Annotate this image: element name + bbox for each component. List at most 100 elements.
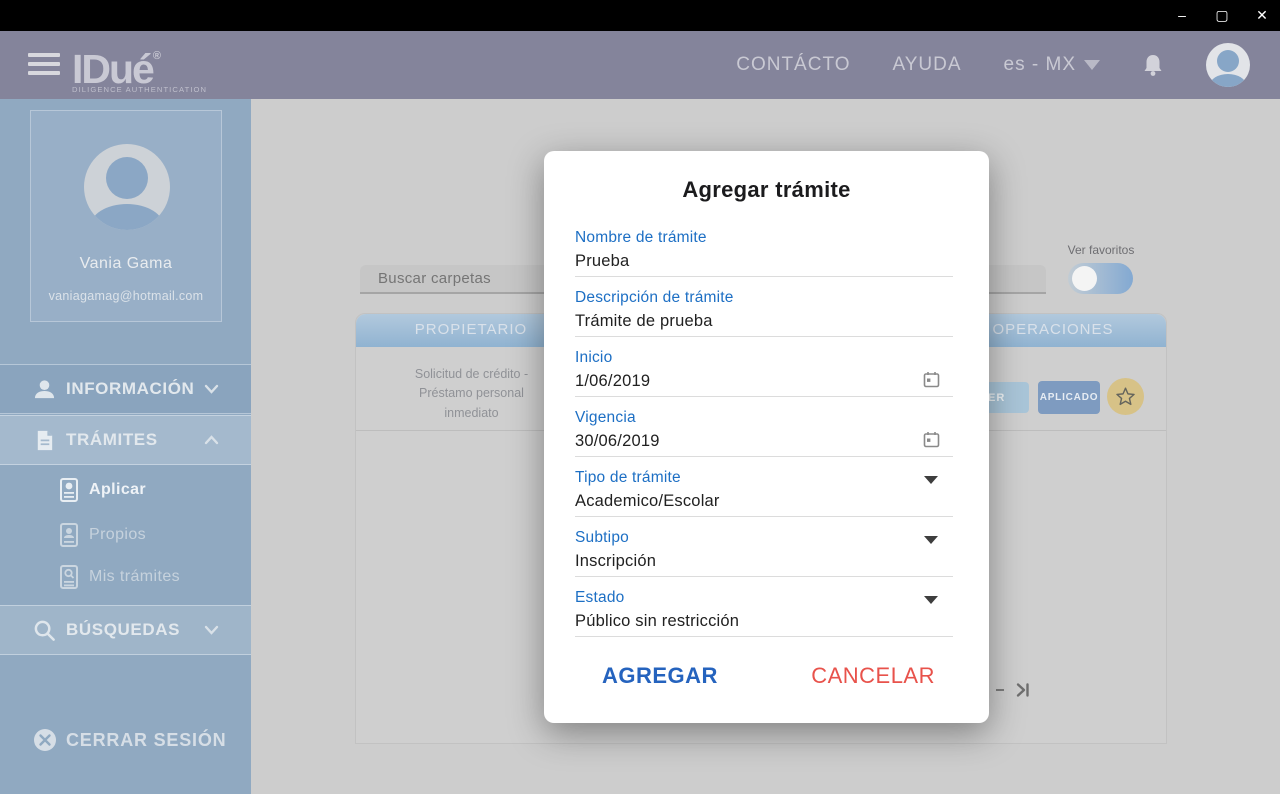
pagination (996, 681, 1032, 699)
sidebar-item-label: Aplicar (89, 481, 146, 499)
field-underline (575, 396, 953, 397)
logo-subtitle: DILIGENCE AUTHENTICATION (72, 85, 207, 94)
field-label: Estado (575, 589, 624, 607)
submit-button[interactable]: AGREGAR (602, 663, 718, 689)
user-avatar[interactable] (1206, 43, 1250, 87)
status-badge[interactable]: APLICADO (1038, 381, 1100, 414)
document-search-icon (60, 565, 78, 589)
field-tipo-de-tramite: Tipo de trámite Academico/Escolar (575, 464, 955, 524)
sidebar: Vania Gama vaniagamag@hotmail.com INFORM… (0, 99, 251, 794)
sidebar-item-label: Propios (89, 526, 146, 544)
person-icon (33, 378, 56, 401)
window-controls: – ▢ ✕ (1174, 0, 1270, 31)
descripcion-input[interactable]: Trámite de prueba (575, 312, 713, 331)
add-tramite-dialog: Agregar trámite Nombre de trámite Prueba… (544, 151, 989, 723)
column-header-propietario: PROPIETARIO (391, 321, 551, 338)
logout-label: CERRAR SESIÓN (66, 730, 226, 751)
favorites-toggle[interactable] (1068, 263, 1133, 294)
nombre-input[interactable]: Prueba (575, 252, 629, 271)
help-link[interactable]: AYUDA (892, 54, 961, 76)
field-underline (575, 456, 953, 457)
vigencia-date-input[interactable]: 30/06/2019 (575, 432, 660, 451)
field-nombre-de-tramite: Nombre de trámite Prueba (575, 224, 955, 284)
field-underline (575, 576, 953, 577)
language-selector[interactable]: es - MX (1004, 54, 1100, 76)
sidebar-item-busquedas[interactable]: BÚSQUEDAS (0, 605, 251, 655)
field-label: Tipo de trámite (575, 469, 681, 487)
chevron-down-icon (204, 625, 219, 635)
last-page-icon[interactable] (1014, 681, 1032, 699)
estado-select[interactable]: Público sin restricción (575, 612, 739, 631)
avatar-head-icon (1217, 50, 1239, 72)
profile-card: Vania Gama vaniagamag@hotmail.com (30, 110, 222, 322)
profile-email: vaniagamag@hotmail.com (31, 289, 221, 303)
profile-name: Vania Gama (31, 255, 221, 273)
avatar-body-icon (1210, 74, 1246, 87)
field-underline (575, 336, 953, 337)
field-label: Vigencia (575, 409, 636, 427)
sidebar-item-label: Mis trámites (89, 568, 180, 586)
dropdown-caret-icon[interactable] (924, 596, 938, 604)
logout-button[interactable]: CERRAR SESIÓN (0, 725, 251, 761)
field-vigencia: Vigencia 30/06/2019 (575, 404, 955, 464)
language-label: es - MX (1004, 54, 1076, 76)
field-subtipo: Subtipo Inscripción (575, 524, 955, 584)
app-logo: IDué® DILIGENCE AUTHENTICATION (72, 34, 207, 94)
sidebar-item-label: INFORMACIÓN (66, 379, 194, 399)
calendar-icon[interactable] (923, 371, 940, 388)
header-nav: CONTÁCTO AYUDA es - MX (736, 31, 1250, 99)
close-icon[interactable]: ✕ (1254, 0, 1270, 31)
sidebar-item-label: TRÁMITES (66, 430, 158, 450)
field-label: Inicio (575, 349, 612, 367)
maximize-icon[interactable]: ▢ (1214, 0, 1230, 31)
inicio-date-input[interactable]: 1/06/2019 (575, 372, 650, 391)
tipo-select[interactable]: Academico/Escolar (575, 492, 720, 511)
favorites-toggle-label: Ver favoritos (1061, 243, 1141, 257)
profile-avatar (84, 144, 170, 230)
document-check-icon (60, 478, 78, 502)
minimize-icon[interactable]: – (1174, 0, 1190, 31)
dropdown-caret-icon[interactable] (924, 536, 938, 544)
field-estado: Estado Público sin restricción (575, 584, 955, 644)
chevron-up-icon (204, 435, 219, 445)
field-underline (575, 516, 953, 517)
field-underline (575, 276, 953, 277)
field-underline (575, 636, 953, 637)
app-header: IDué® DILIGENCE AUTHENTICATION CONTÁCTO … (0, 31, 1280, 99)
sidebar-item-tramites[interactable]: TRÁMITES (0, 415, 251, 465)
pagination-separator (996, 689, 1004, 691)
contact-link[interactable]: CONTÁCTO (736, 54, 850, 76)
subtipo-select[interactable]: Inscripción (575, 552, 656, 571)
search-icon (33, 619, 56, 642)
star-icon (1115, 386, 1136, 407)
sidebar-item-label: BÚSQUEDAS (66, 620, 180, 640)
sidebar-item-aplicar[interactable]: Aplicar (0, 476, 251, 506)
favorite-star-button[interactable] (1107, 378, 1144, 415)
document-person-icon (60, 523, 78, 547)
sidebar-item-propios[interactable]: Propios (0, 521, 251, 551)
dropdown-caret-icon[interactable] (924, 476, 938, 484)
close-circle-icon (33, 728, 57, 752)
logo-text: IDué® (72, 34, 207, 91)
dialog-fields: Nombre de trámite Prueba Descripción de … (575, 224, 955, 644)
sidebar-item-informacion[interactable]: INFORMACIÓN (0, 364, 251, 414)
language-caret-icon (1084, 60, 1100, 70)
field-label: Nombre de trámite (575, 229, 707, 247)
registered-mark: ® (153, 50, 161, 62)
chevron-down-icon (204, 384, 219, 394)
owner-cell: Solicitud de crédito - Préstamo personal… (394, 365, 549, 423)
field-inicio: Inicio 1/06/2019 (575, 344, 955, 404)
document-icon (33, 429, 56, 452)
field-descripcion-de-tramite: Descripción de trámite Trámite de prueba (575, 284, 955, 344)
avatar-body-icon (90, 204, 164, 230)
calendar-icon[interactable] (923, 431, 940, 448)
column-header-operaciones: OPERACIONES (968, 321, 1138, 338)
cancel-button[interactable]: CANCELAR (811, 663, 935, 689)
sidebar-item-mis-tramites[interactable]: Mis trámites (0, 563, 251, 593)
window-titlebar: – ▢ ✕ (0, 0, 1280, 31)
toggle-knob (1072, 266, 1097, 291)
notifications-bell-icon[interactable] (1142, 53, 1164, 77)
hamburger-menu-icon[interactable] (28, 53, 60, 75)
field-label: Descripción de trámite (575, 289, 734, 307)
dialog-title: Agregar trámite (544, 177, 989, 203)
